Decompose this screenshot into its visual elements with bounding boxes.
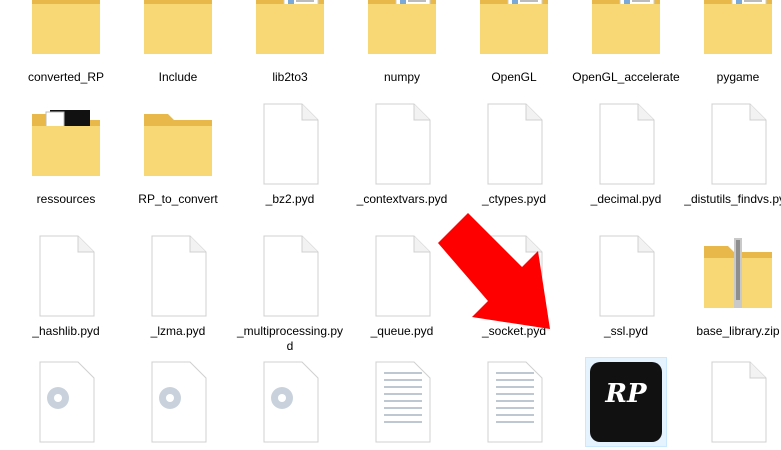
file-name: _lzma.pyd: [150, 324, 206, 338]
file-icon: [250, 232, 330, 320]
file-icon: [698, 100, 778, 188]
text-file-icon: [474, 358, 554, 446]
folder-icon: [362, 0, 442, 66]
file-name: _socket.pyd: [481, 324, 547, 338]
file-item[interactable]: s ressources: [10, 100, 122, 207]
file-icon: [586, 232, 666, 320]
file-icon: [474, 100, 554, 188]
file-item[interactable]: [458, 358, 570, 450]
settings-file-icon: [26, 358, 106, 446]
folder-icon: [698, 0, 778, 66]
folder-icon: [138, 0, 218, 66]
file-name: _queue.pyd: [370, 324, 434, 338]
file-grid: converted_RP Include lib2to3 numpy OpenGL Ope…: [0, 0, 781, 447]
file-item[interactable]: OpenGL_accelerate: [570, 0, 682, 85]
file-name: base_library.zip: [696, 324, 780, 338]
file-name: _ssl.pyd: [603, 324, 649, 338]
file-item[interactable]: lib2to3: [234, 0, 346, 85]
settings-file-icon: [138, 358, 218, 446]
file-item[interactable]: OpenGL: [458, 0, 570, 85]
file-name: _hashlib.pyd: [32, 324, 100, 338]
file-icon: [26, 232, 106, 320]
file-item[interactable]: _socket.pyd: [458, 232, 570, 339]
file-name: RP_to_convert: [138, 192, 218, 206]
file-icon: [474, 232, 554, 320]
folder-icon: [250, 0, 330, 66]
file-name: _ctypes.pyd: [481, 192, 547, 206]
folder-icon: [26, 0, 106, 66]
file-item[interactable]: pygame: [682, 0, 781, 85]
file-name: converted_RP: [27, 70, 105, 84]
file-item[interactable]: RP: [570, 357, 682, 450]
file-item[interactable]: _decimal.pyd: [570, 100, 682, 207]
file-name: ressources: [36, 192, 96, 206]
file-item[interactable]: [10, 358, 122, 450]
folder-icon: s: [26, 100, 106, 188]
file-item[interactable]: RP_to_convert: [122, 100, 234, 207]
file-item[interactable]: converted_RP: [10, 0, 122, 85]
file-name: numpy: [383, 70, 421, 84]
folder-icon: [586, 0, 666, 66]
file-item[interactable]: [122, 358, 234, 450]
file-item[interactable]: _contextvars.pyd: [346, 100, 458, 207]
file-item[interactable]: Include: [122, 0, 234, 85]
file-name: _decimal.pyd: [590, 192, 662, 206]
svg-text:RP: RP: [604, 379, 648, 409]
file-name: _distutils_findvs.pyd: [684, 192, 781, 206]
file-item[interactable]: _ssl.pyd: [570, 232, 682, 339]
file-icon: [362, 100, 442, 188]
text-file-icon: [362, 358, 442, 446]
file-name: _multiprocessing.pyd: [236, 324, 344, 353]
file-item[interactable]: _multiprocessing.pyd: [234, 232, 346, 354]
file-name: _bz2.pyd: [265, 192, 315, 206]
file-item[interactable]: [346, 358, 458, 450]
file-item[interactable]: base_library.zip: [682, 232, 781, 339]
file-icon: [138, 232, 218, 320]
file-item[interactable]: _lzma.pyd: [122, 232, 234, 339]
file-item[interactable]: numpy: [346, 0, 458, 85]
file-name: OpenGL_accelerate: [572, 70, 680, 84]
file-item[interactable]: [234, 358, 346, 450]
file-item[interactable]: _queue.pyd: [346, 232, 458, 339]
file-name: Include: [158, 70, 198, 84]
file-name: OpenGL: [491, 70, 537, 84]
folder-icon: [474, 0, 554, 66]
zip-folder-icon: [698, 232, 778, 320]
file-icon: [362, 232, 442, 320]
file-item[interactable]: _hashlib.pyd: [10, 232, 122, 339]
file-name: lib2to3: [272, 70, 308, 84]
file-icon: [698, 358, 778, 446]
file-name: pygame: [716, 70, 760, 84]
file-icon: [586, 100, 666, 188]
file-item[interactable]: [682, 358, 781, 450]
file-item[interactable]: _ctypes.pyd: [458, 100, 570, 207]
file-icon: [250, 100, 330, 188]
file-item[interactable]: _bz2.pyd: [234, 100, 346, 207]
file-name: _contextvars.pyd: [356, 192, 448, 206]
file-item[interactable]: _distutils_findvs.pyd: [682, 100, 781, 207]
settings-file-icon: [250, 358, 330, 446]
app-icon: RP: [585, 357, 667, 447]
folder-icon: [138, 100, 218, 188]
